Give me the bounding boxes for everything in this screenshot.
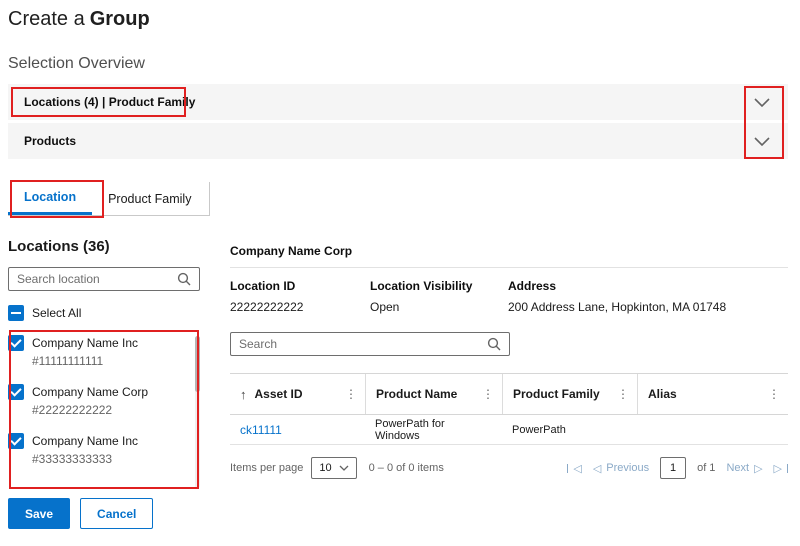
- location-checkbox[interactable]: [8, 433, 24, 449]
- last-page-icon[interactable]: ▷: [774, 462, 788, 475]
- location-id: #33333333333: [32, 450, 138, 468]
- chevron-down-icon[interactable]: [754, 137, 770, 146]
- company-heading: Company Name Corp: [230, 244, 788, 258]
- column-header-label: Asset ID: [255, 387, 303, 401]
- field-location-id: Location ID 22222222222: [230, 279, 370, 314]
- tab-location[interactable]: Location: [8, 182, 92, 215]
- field-label: Location Visibility: [370, 279, 508, 293]
- location-search-box: [8, 267, 200, 291]
- location-id: #11111111111: [32, 352, 138, 370]
- page-count-text: of 1: [697, 462, 715, 474]
- location-id: #22222222222: [32, 401, 148, 419]
- previous-label: Previous: [606, 462, 649, 474]
- accordion-products[interactable]: Products: [8, 123, 788, 159]
- assets-table: ↑ Asset ID ⋮ Product Name ⋮ Product Fami…: [230, 373, 788, 479]
- column-menu-icon[interactable]: ⋮: [476, 387, 494, 401]
- asset-search-box: [230, 332, 510, 356]
- field-value: Open: [370, 300, 508, 314]
- location-checkbox[interactable]: [8, 384, 24, 400]
- create-group-page: Create aGroup Selection Overview Locatio…: [0, 0, 800, 546]
- chevron-down-icon: [339, 465, 349, 471]
- select-all-label: Select All: [32, 306, 81, 320]
- field-address: Address 200 Address Lane, Hopkinton, MA …: [508, 279, 788, 314]
- cell-asset-id-link[interactable]: ck11111: [230, 423, 365, 437]
- column-header-product-name[interactable]: Product Name ⋮: [365, 374, 502, 414]
- page-title: Create aGroup: [8, 8, 150, 31]
- location-list-item[interactable]: Company Name Corp #22222222222: [8, 383, 188, 419]
- previous-page-button[interactable]: ◁ Previous: [593, 462, 649, 475]
- field-value: 200 Address Lane, Hopkinton, MA 01748: [508, 300, 788, 314]
- cancel-button[interactable]: Cancel: [80, 498, 153, 529]
- location-details-panel: Company Name Corp Location ID 2222222222…: [230, 244, 788, 479]
- action-buttons: Save Cancel: [8, 498, 153, 529]
- location-fields: Location ID 22222222222 Location Visibil…: [230, 279, 788, 314]
- field-location-visibility: Location Visibility Open: [370, 279, 508, 314]
- field-value: 22222222222: [230, 300, 370, 314]
- items-per-page-value: 10: [319, 462, 331, 474]
- items-per-page-select[interactable]: 10: [311, 457, 356, 479]
- accordion-locations-product-family[interactable]: Locations (4) | Product Family: [8, 84, 788, 120]
- next-page-button[interactable]: Next ▷: [726, 462, 762, 475]
- cell-product-name: PowerPath for Windows: [365, 418, 502, 442]
- location-name: Company Name Inc: [32, 432, 138, 450]
- field-label: Location ID: [230, 279, 370, 293]
- location-list-item[interactable]: Company Name Inc #33333333333: [8, 432, 188, 468]
- search-icon: [487, 337, 501, 351]
- triangle-left-icon: ◁: [593, 462, 601, 475]
- page-title-prefix: Create a: [8, 8, 85, 30]
- selection-overview-heading: Selection Overview: [8, 55, 145, 73]
- pagination-range-text: 0 – 0 of 0 items: [369, 462, 444, 474]
- scrollbar[interactable]: [195, 336, 200, 488]
- location-checkbox[interactable]: [8, 335, 24, 351]
- select-all-row[interactable]: Select All: [8, 305, 200, 321]
- column-header-product-family[interactable]: Product Family ⋮: [502, 374, 637, 414]
- triangle-right-icon: ▷: [754, 462, 762, 475]
- save-button[interactable]: Save: [8, 498, 70, 529]
- accordion-locations-label: Locations (4) | Product Family: [24, 95, 195, 109]
- tab-bar: Location Product Family: [8, 182, 210, 216]
- next-label: Next: [726, 462, 749, 474]
- column-header-label: Alias: [648, 387, 677, 401]
- scrollbar-thumb[interactable]: [195, 336, 200, 392]
- location-list: Company Name Inc #11111111111 Company Na…: [8, 334, 200, 490]
- column-menu-icon[interactable]: ⋮: [611, 387, 629, 401]
- cell-product-family: PowerPath: [502, 424, 637, 436]
- asset-search-input[interactable]: [239, 337, 481, 351]
- search-icon: [177, 272, 191, 286]
- tab-product-family[interactable]: Product Family: [92, 182, 207, 215]
- location-name: Company Name Corp: [32, 383, 148, 401]
- column-header-label: Product Family: [513, 387, 600, 401]
- column-menu-icon[interactable]: ⋮: [339, 387, 357, 401]
- location-name: Company Name Inc: [32, 334, 138, 352]
- column-menu-icon[interactable]: ⋮: [762, 387, 780, 401]
- locations-panel: Locations (36) Select All Company Name I…: [8, 238, 200, 490]
- column-header-asset-id[interactable]: ↑ Asset ID ⋮: [230, 374, 365, 414]
- accordion-products-label: Products: [24, 134, 76, 148]
- page-title-emphasis: Group: [90, 8, 150, 30]
- divider: [230, 267, 788, 268]
- pagination-bar: Items per page 10 0 – 0 of 0 items ◁ ◁ Pr…: [230, 457, 788, 479]
- page-number-input[interactable]: [660, 457, 686, 479]
- first-page-icon[interactable]: ◁: [567, 462, 581, 475]
- pagination-controls: ◁ ◁ Previous of 1 Next ▷ ▷: [567, 457, 788, 479]
- field-label: Address: [508, 279, 788, 293]
- select-all-checkbox[interactable]: [8, 305, 24, 321]
- items-per-page-label: Items per page: [230, 462, 303, 474]
- column-header-label: Product Name: [376, 387, 457, 401]
- table-row: ck11111 PowerPath for Windows PowerPath: [230, 415, 788, 445]
- sort-ascending-icon[interactable]: ↑: [240, 387, 247, 402]
- chevron-down-icon[interactable]: [754, 98, 770, 107]
- location-search-input[interactable]: [17, 272, 171, 286]
- column-header-alias[interactable]: Alias ⋮: [637, 374, 788, 414]
- table-header-row: ↑ Asset ID ⋮ Product Name ⋮ Product Fami…: [230, 373, 788, 415]
- location-list-item[interactable]: Company Name Inc #11111111111: [8, 334, 188, 370]
- locations-panel-title: Locations (36): [8, 238, 200, 255]
